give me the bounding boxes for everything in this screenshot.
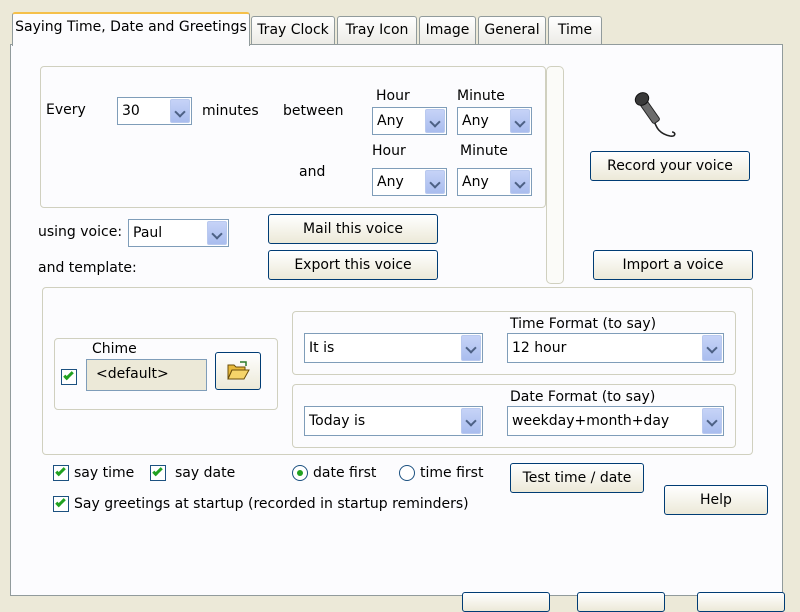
chime-label: Chime — [92, 341, 137, 357]
checkmark-icon — [55, 465, 66, 477]
greetings-label: Say greetings at startup (recorded in st… — [74, 496, 469, 512]
checkmark-icon — [63, 369, 74, 381]
checkmark-icon — [152, 465, 163, 477]
dialog-button-1[interactable] — [462, 592, 550, 612]
export-voice-button[interactable]: Export this voice — [268, 250, 438, 280]
date-format-value: weekday+month+day — [512, 413, 670, 429]
microphone-icon — [634, 92, 676, 137]
end-minute-label: Minute — [460, 143, 508, 159]
chime-field[interactable]: <default> — [86, 359, 207, 391]
checkmark-icon — [55, 496, 66, 508]
date-first-radio[interactable] — [292, 465, 308, 481]
time-format-select[interactable]: 12 hour — [507, 333, 724, 363]
chevron-down-icon[interactable] — [702, 408, 722, 434]
chevron-down-icon[interactable] — [170, 99, 190, 123]
chime-checkbox[interactable] — [61, 369, 77, 385]
say-date-label: say date — [175, 465, 236, 481]
time-prefix-select[interactable]: It is — [304, 333, 483, 363]
dialog-button-3[interactable] — [697, 592, 785, 612]
voice-value: Paul — [133, 225, 163, 241]
every-label: Every — [46, 102, 86, 118]
chevron-down-icon[interactable] — [510, 109, 530, 133]
date-prefix-select[interactable]: Today is — [304, 406, 483, 436]
date-first-label: date first — [313, 465, 377, 481]
chevron-down-icon[interactable] — [425, 170, 445, 194]
end-hour-value: Any — [377, 174, 404, 190]
interval-value: 30 — [122, 103, 140, 119]
date-format-label: Date Format (to say) — [510, 389, 656, 405]
chime-value: <default> — [96, 366, 169, 382]
radio-dot-icon — [297, 470, 303, 476]
interval-select[interactable]: 30 — [117, 97, 192, 125]
say-time-label: say time — [74, 465, 135, 481]
end-hour-label: Hour — [372, 143, 406, 159]
chevron-down-icon[interactable] — [702, 335, 722, 361]
mail-voice-button[interactable]: Mail this voice — [268, 214, 438, 244]
say-date-checkbox[interactable] — [150, 465, 166, 481]
chevron-down-icon[interactable] — [461, 335, 481, 361]
chevron-down-icon[interactable] — [425, 109, 445, 133]
tab-time[interactable]: Time — [548, 16, 602, 44]
voice-select[interactable]: Paul — [128, 219, 229, 247]
start-minute-label: Minute — [457, 88, 505, 104]
tab-image[interactable]: Image — [419, 16, 476, 44]
minutes-label: minutes — [202, 103, 259, 119]
date-prefix-value: Today is — [309, 413, 366, 429]
between-label: between — [283, 103, 344, 119]
start-minute-select[interactable]: Any — [457, 107, 532, 135]
import-voice-button[interactable]: Import a voice — [593, 250, 753, 280]
record-voice-button[interactable]: Record your voice — [590, 151, 750, 181]
template-label: and template: — [38, 260, 137, 276]
dialog-button-2[interactable] — [577, 592, 665, 612]
using-voice-label: using voice: — [38, 224, 123, 240]
folder-open-icon — [227, 361, 250, 380]
end-minute-value: Any — [462, 174, 489, 190]
tab-saying-time[interactable]: Saying Time, Date and Greetings — [12, 12, 250, 46]
tab-tray-icon[interactable]: Tray Icon — [337, 16, 417, 44]
end-minute-select[interactable]: Any — [457, 168, 532, 196]
start-hour-value: Any — [377, 113, 404, 129]
tab-tray-clock[interactable]: Tray Clock — [251, 16, 335, 44]
time-first-radio[interactable] — [399, 465, 415, 481]
chevron-down-icon[interactable] — [510, 170, 530, 194]
start-hour-select[interactable]: Any — [372, 107, 447, 135]
start-minute-value: Any — [462, 113, 489, 129]
time-prefix-value: It is — [309, 340, 335, 356]
test-time-date-button[interactable]: Test time / date — [510, 463, 644, 493]
say-time-checkbox[interactable] — [53, 465, 69, 481]
time-format-value: 12 hour — [512, 340, 567, 356]
time-format-label: Time Format (to say) — [510, 316, 657, 332]
vertical-scrollbar[interactable] — [546, 66, 564, 284]
greetings-checkbox[interactable] — [53, 496, 69, 512]
date-format-select[interactable]: weekday+month+day — [507, 406, 724, 436]
help-button[interactable]: Help — [664, 485, 768, 515]
tab-general[interactable]: General — [478, 16, 546, 44]
chevron-down-icon[interactable] — [207, 221, 227, 245]
browse-chime-button[interactable] — [215, 352, 261, 390]
end-hour-select[interactable]: Any — [372, 168, 447, 196]
and-label: and — [299, 164, 326, 180]
time-first-label: time first — [420, 465, 484, 481]
start-hour-label: Hour — [376, 88, 410, 104]
chevron-down-icon[interactable] — [461, 408, 481, 434]
